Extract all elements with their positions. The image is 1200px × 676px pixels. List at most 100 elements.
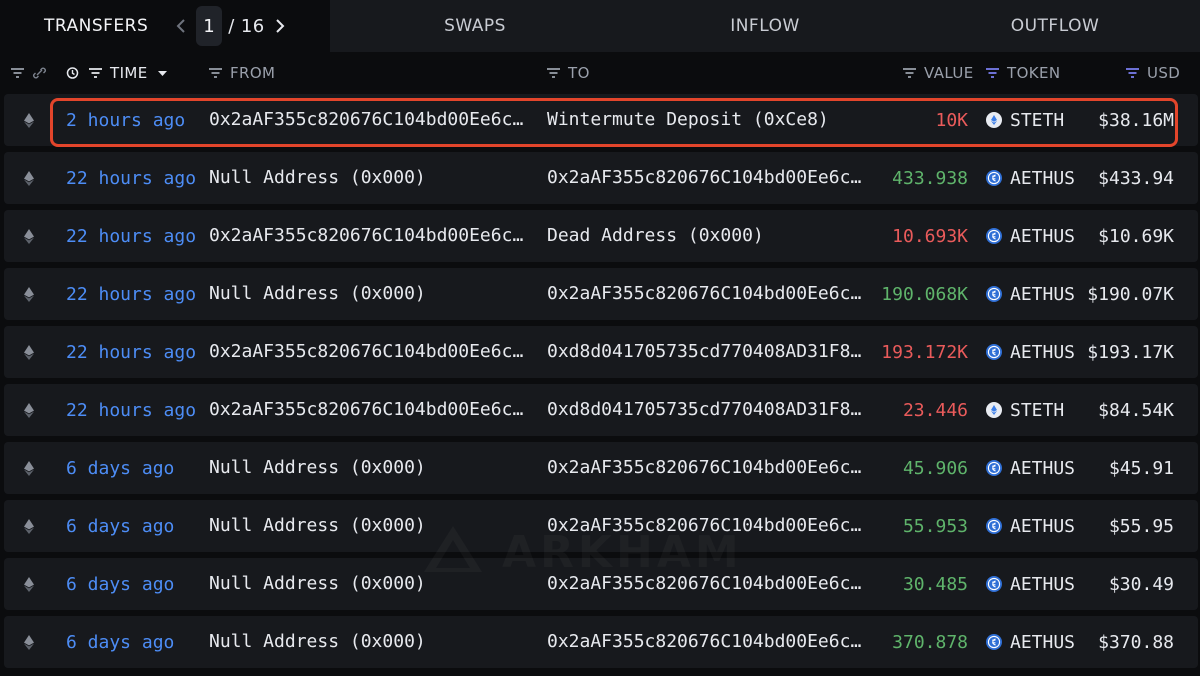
filter-icon[interactable] [10, 67, 25, 79]
row-from-text: 0x2aAF355c820676C104bd00Ee6c5… [209, 225, 529, 246]
row-from[interactable]: Null Address (0x000) [209, 268, 529, 320]
row-to[interactable]: 0x2aAF355c820676C104bd00Ee6c5… [547, 500, 867, 552]
row-value: 10.693K [892, 225, 968, 247]
header-token[interactable]: TOKEN [985, 52, 1061, 94]
table-row[interactable]: 6 days ago Null Address (0x000) 0x2aAF355c… [4, 500, 1198, 552]
row-to-text: 0xd8d041705735cd770408AD31F88… [547, 399, 867, 420]
header-to[interactable]: TO [546, 52, 590, 94]
row-from-text: Null Address (0x000) [209, 631, 426, 652]
row-from[interactable]: 0x2aAF355c820676C104bd00Ee6c5… [209, 210, 529, 262]
row-time[interactable]: 22 hours ago [66, 152, 201, 204]
header-from[interactable]: FROM [208, 52, 275, 94]
row-from[interactable]: 0x2aAF355c820676C104bd00Ee6c5… [209, 384, 529, 436]
row-usd: $30.49 [1108, 573, 1174, 595]
header-value[interactable]: VALUE [902, 52, 974, 94]
table-row[interactable]: 2 hours ago 0x2aAF355c820676C104bd00Ee6c5… [4, 94, 1198, 146]
ethereum-icon [24, 152, 38, 204]
row-from-text: 0x2aAF355c820676C104bd00Ee6c5… [209, 109, 529, 130]
table-row[interactable]: 22 hours ago 0x2aAF355c820676C104bd00Ee6c… [4, 326, 1198, 378]
row-from[interactable]: 0x2aAF355c820676C104bd00Ee6c5… [209, 326, 529, 378]
row-from-text: Null Address (0x000) [209, 167, 426, 188]
header-token-label: TOKEN [1007, 64, 1061, 82]
row-value: 193.172K [881, 341, 968, 363]
table-row[interactable]: 22 hours ago Null Address (0x000) 0x2aAF35… [4, 268, 1198, 320]
tab-transfers[interactable]: TRANSFERS 1 / 16 [0, 0, 330, 52]
ethereum-icon [24, 210, 38, 262]
pagination: 1 / 16 [172, 6, 288, 46]
sort-desc-icon[interactable] [155, 67, 170, 79]
row-to-text: 0x2aAF355c820676C104bd00Ee6c5… [547, 631, 867, 652]
header-time[interactable]: TIME [66, 52, 170, 94]
table-row[interactable]: 22 hours ago 0x2aAF355c820676C104bd00Ee6c… [4, 210, 1198, 262]
row-to-text: 0x2aAF355c820676C104bd00Ee6c5… [547, 457, 867, 478]
tab-transfers-label: TRANSFERS [44, 16, 149, 36]
row-usd: $84.54K [1098, 399, 1174, 421]
row-to-text: 0x2aAF355c820676C104bd00Ee6c5… [547, 283, 867, 304]
row-from[interactable]: 0x2aAF355c820676C104bd00Ee6c5… [209, 94, 529, 146]
row-value: 55.953 [902, 515, 968, 537]
table-row[interactable]: 6 days ago Null Address (0x000) 0x2aAF355c… [4, 558, 1198, 610]
row-from[interactable]: Null Address (0x000) [209, 152, 529, 204]
row-value: 30.485 [902, 573, 968, 595]
row-time[interactable]: 6 days ago [66, 500, 201, 552]
tab-inflow[interactable]: INFLOW [620, 0, 910, 52]
row-time[interactable]: 22 hours ago [66, 268, 201, 320]
row-to-text: 0xd8d041705735cd770408AD31F88… [547, 341, 867, 362]
row-from-text: Null Address (0x000) [209, 283, 426, 304]
row-from[interactable]: Null Address (0x000) [209, 500, 529, 552]
ethereum-icon [24, 500, 38, 552]
row-time[interactable]: 22 hours ago [66, 384, 201, 436]
row-from[interactable]: Null Address (0x000) [209, 442, 529, 494]
row-usd: $190.07K [1087, 283, 1174, 305]
prev-page-button[interactable] [172, 11, 190, 41]
row-to[interactable]: 0x2aAF355c820676C104bd00Ee6c5… [547, 442, 867, 494]
filter-icon[interactable] [902, 67, 917, 79]
row-time[interactable]: 6 days ago [66, 442, 201, 494]
row-time[interactable]: 6 days ago [66, 558, 201, 610]
current-page[interactable]: 1 [196, 6, 223, 46]
row-to[interactable]: 0x2aAF355c820676C104bd00Ee6c5… [547, 152, 867, 204]
row-from[interactable]: Null Address (0x000) [209, 558, 529, 610]
row-to[interactable]: 0xd8d041705735cd770408AD31F88… [547, 326, 867, 378]
ethereum-icon [24, 442, 38, 494]
row-time[interactable]: 22 hours ago [66, 210, 201, 262]
row-to[interactable]: 0x2aAF355c820676C104bd00Ee6c5… [547, 268, 867, 320]
row-to[interactable]: 0x2aAF355c820676C104bd00Ee6c5… [547, 558, 867, 610]
filter-icon[interactable] [546, 67, 561, 79]
table-row[interactable]: 6 days ago Null Address (0x000) 0x2aAF355c… [4, 442, 1198, 494]
row-to[interactable]: Wintermute Deposit (0xCe8) [547, 94, 867, 146]
header-usd[interactable]: USD [1125, 52, 1180, 94]
row-value: 190.068K [881, 283, 968, 305]
table-row[interactable]: 22 hours ago Null Address (0x000) 0x2aAF35… [4, 152, 1198, 204]
aethus-icon [986, 460, 1002, 476]
filter-icon[interactable] [1125, 67, 1140, 79]
filter-icon[interactable] [985, 67, 1000, 79]
row-to[interactable]: 0x2aAF355c820676C104bd00Ee6c5… [547, 616, 867, 668]
row-to-text: Dead Address (0x000) [547, 225, 764, 246]
row-usd: $38.16M [1098, 109, 1174, 131]
chevron-left-icon [176, 19, 185, 33]
row-from[interactable]: Null Address (0x000) [209, 616, 529, 668]
row-time[interactable]: 22 hours ago [66, 326, 201, 378]
filter-icon[interactable] [208, 67, 223, 79]
table-row[interactable]: 22 hours ago 0x2aAF355c820676C104bd00Ee6c… [4, 384, 1198, 436]
filter-icon[interactable] [88, 67, 103, 79]
row-value: 370.878 [892, 631, 968, 653]
tab-outflow[interactable]: OUTFLOW [910, 0, 1200, 52]
tab-swaps[interactable]: SWAPS [330, 0, 620, 52]
ethereum-icon [24, 94, 38, 146]
row-usd: $55.95 [1108, 515, 1174, 537]
next-page-button[interactable] [271, 11, 289, 41]
row-to-text: Wintermute Deposit (0xCe8) [547, 109, 829, 130]
page-separator: / [228, 15, 235, 37]
header-value-label: VALUE [924, 64, 974, 82]
row-to[interactable]: Dead Address (0x000) [547, 210, 867, 262]
row-time[interactable]: 2 hours ago [66, 94, 201, 146]
row-from-text: Null Address (0x000) [209, 573, 426, 594]
aethus-icon [986, 576, 1002, 592]
row-to[interactable]: 0xd8d041705735cd770408AD31F88… [547, 384, 867, 436]
link-icon[interactable] [32, 67, 47, 79]
row-value: 433.938 [892, 167, 968, 189]
table-row[interactable]: 6 days ago Null Address (0x000) 0x2aAF355c… [4, 616, 1198, 668]
row-time[interactable]: 6 days ago [66, 616, 201, 668]
